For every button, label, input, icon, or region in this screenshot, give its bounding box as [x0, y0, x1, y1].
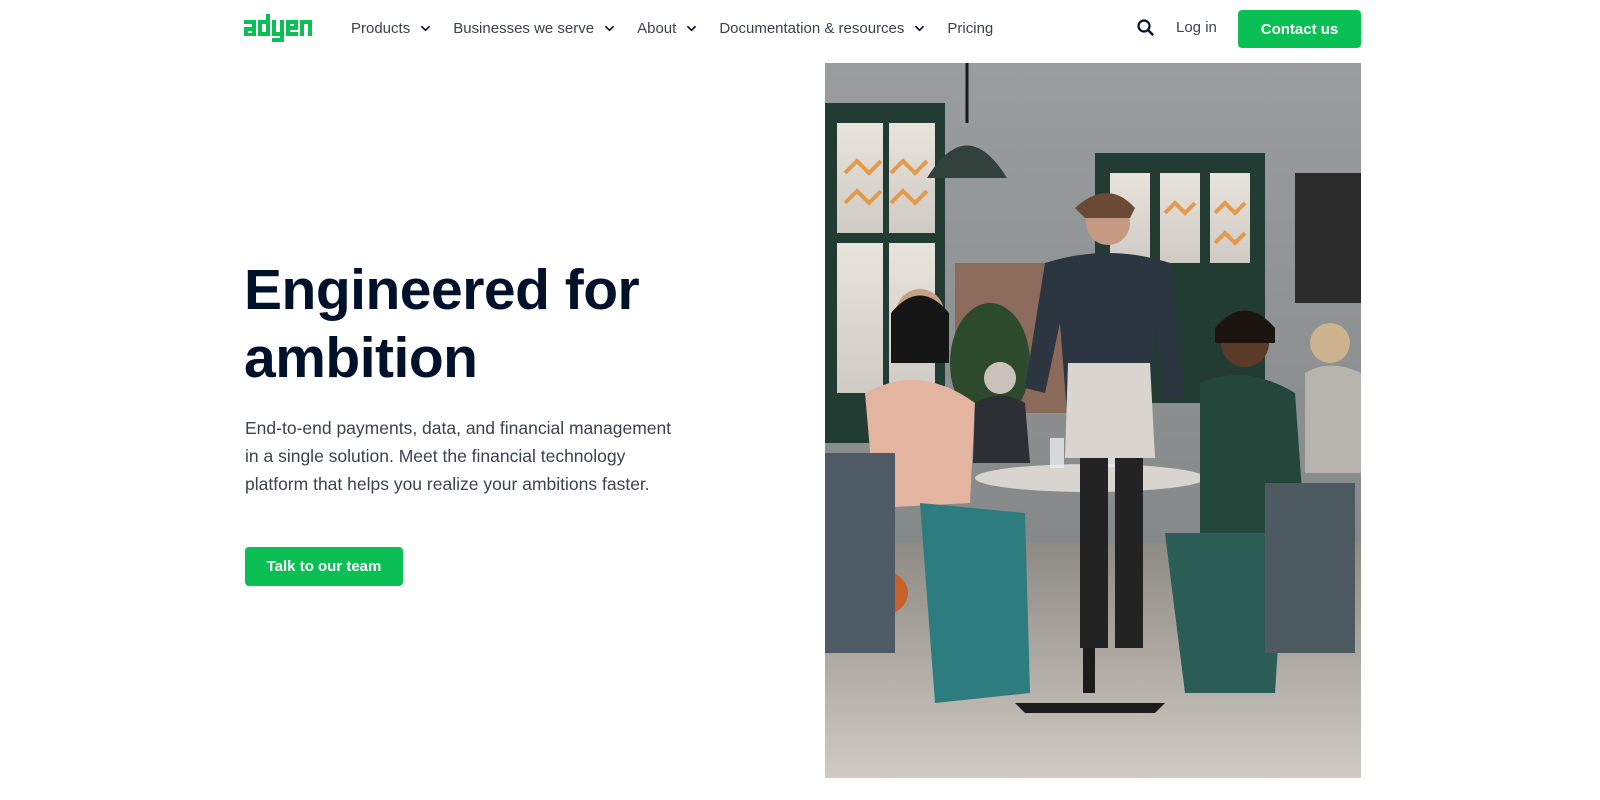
- nav-item-label: Products: [351, 19, 411, 37]
- chevron-down-icon: [687, 24, 697, 33]
- adyen-logo-mark: [244, 14, 312, 42]
- login-link[interactable]: Log in: [1176, 19, 1217, 36]
- restaurant-scene-image: [825, 63, 1361, 778]
- nav-item-products[interactable]: Products: [351, 19, 431, 37]
- contact-us-button[interactable]: Contact us: [1238, 10, 1361, 48]
- hero-image: [825, 63, 1361, 778]
- hero-title: Engineered for ambition: [244, 258, 640, 390]
- site-header: Products Businesses we serve About Docum…: [0, 0, 1600, 62]
- nav-item-businesses-we-serve[interactable]: Businesses we serve: [453, 19, 615, 37]
- adyen-logo[interactable]: [244, 14, 330, 44]
- nav-item-about[interactable]: About: [637, 19, 697, 37]
- search-icon[interactable]: [1136, 18, 1156, 38]
- nav-item-label: Documentation & resources: [719, 19, 905, 37]
- talk-to-our-team-button[interactable]: Talk to our team: [245, 547, 403, 586]
- nav-item-documentation-resources[interactable]: Documentation & resources: [719, 19, 925, 37]
- nav-item-pricing[interactable]: Pricing: [947, 20, 993, 37]
- nav-item-label: Businesses we serve: [453, 19, 595, 37]
- nav-item-label: Pricing: [947, 19, 994, 37]
- chevron-down-icon: [915, 24, 925, 33]
- chevron-down-icon: [421, 24, 431, 33]
- chevron-down-icon: [605, 24, 615, 33]
- hero-subtitle: End-to-end payments, data, and financial…: [245, 418, 672, 494]
- main-nav: Products Businesses we serve About Docum…: [351, 16, 1016, 40]
- nav-item-label: About: [637, 19, 677, 37]
